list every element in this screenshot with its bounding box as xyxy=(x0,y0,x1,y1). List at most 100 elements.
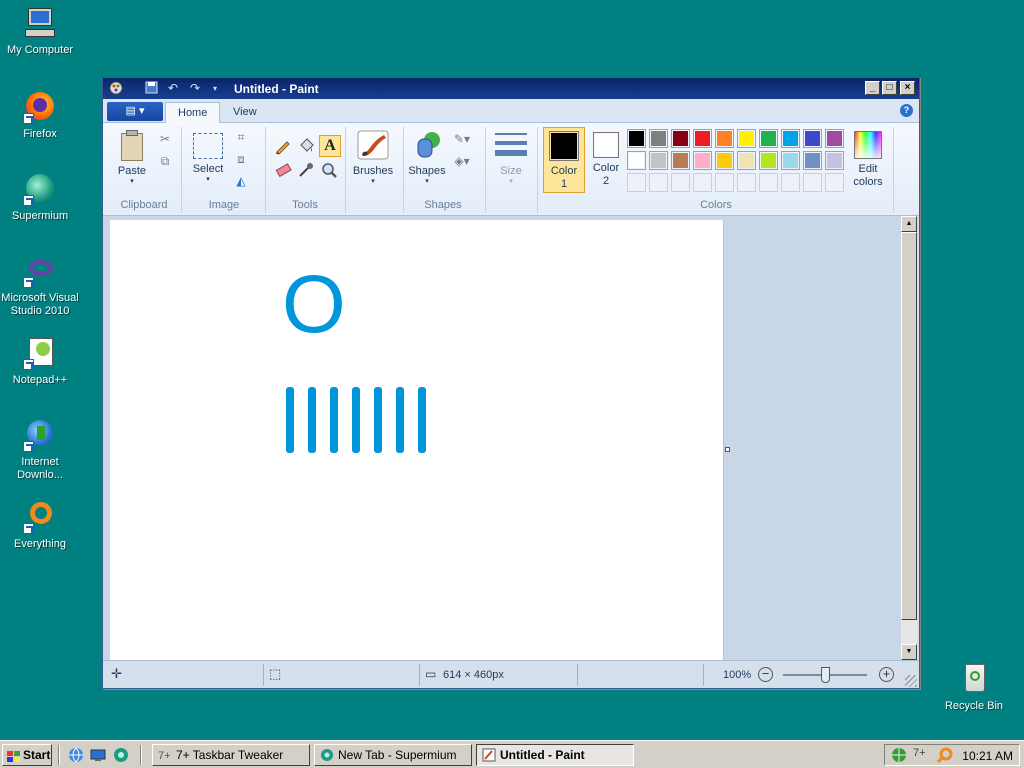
customize-quick-access-icon[interactable]: ▾ xyxy=(207,81,223,96)
zoom-slider[interactable] xyxy=(783,667,867,683)
palette-swatch[interactable] xyxy=(627,173,646,192)
select-rectangle-icon xyxy=(193,133,223,159)
palette-swatch[interactable] xyxy=(781,173,800,192)
eraser-icon[interactable] xyxy=(273,161,293,181)
vertical-scrollbar[interactable]: ▲ ▼ xyxy=(901,216,917,660)
zoom-in-button[interactable]: + xyxy=(879,667,894,682)
zoom-out-button[interactable]: − xyxy=(758,667,773,682)
drawing-canvas[interactable]: O xyxy=(110,220,724,660)
palette-swatch[interactable] xyxy=(671,173,690,192)
start-button[interactable]: Start xyxy=(2,744,52,766)
browser-quick-launch-icon[interactable] xyxy=(68,747,84,763)
help-icon[interactable]: ? xyxy=(900,104,913,117)
taskbar-tweaker-tray-icon[interactable]: 7+ xyxy=(913,747,929,763)
fill-icon[interactable]: ◈▾ xyxy=(451,153,473,169)
scroll-down-button[interactable]: ▼ xyxy=(901,644,917,660)
size-button[interactable]: Size ▾ xyxy=(491,129,531,186)
palette-swatch[interactable] xyxy=(737,129,756,148)
rotate-icon[interactable]: ◭ xyxy=(233,173,249,189)
palette-swatch[interactable] xyxy=(803,129,822,148)
palette-swatch[interactable] xyxy=(649,151,668,170)
clock[interactable]: 10:21 AM xyxy=(962,749,1013,763)
palette-swatch[interactable] xyxy=(627,129,646,148)
select-button[interactable]: Select ▾ xyxy=(189,129,227,184)
supermium-quick-launch-icon[interactable] xyxy=(113,747,129,763)
resize-icon[interactable]: ⧈ xyxy=(233,151,249,167)
desktop-icon-internet-download[interactable]: Internet Downlo... xyxy=(0,418,80,482)
palette-swatch[interactable] xyxy=(737,173,756,192)
save-icon[interactable] xyxy=(143,81,159,96)
desktop-icon-notepadpp[interactable]: Notepad++ xyxy=(0,336,80,387)
palette-swatch[interactable] xyxy=(693,151,712,170)
palette-swatch[interactable] xyxy=(825,173,844,192)
palette-swatch[interactable] xyxy=(671,151,690,170)
minimize-button[interactable]: _ xyxy=(865,81,880,95)
zoom-slider-thumb[interactable] xyxy=(821,667,830,683)
palette-swatch[interactable] xyxy=(781,151,800,170)
maximize-button[interactable]: □ xyxy=(882,81,897,95)
fill-bucket-icon[interactable] xyxy=(296,137,316,157)
edit-colors-button[interactable]: Edit colors xyxy=(847,129,889,189)
palette-swatch[interactable] xyxy=(781,129,800,148)
palette-swatch[interactable] xyxy=(715,129,734,148)
palette-swatch[interactable] xyxy=(803,173,822,192)
paste-label: Paste xyxy=(117,165,147,177)
paste-button[interactable]: Paste ▾ xyxy=(113,129,151,186)
palette-swatch[interactable] xyxy=(759,173,778,192)
everything-tray-icon[interactable] xyxy=(936,747,953,764)
tab-view[interactable]: View xyxy=(221,102,269,123)
network-globe-icon[interactable] xyxy=(891,747,907,763)
shapes-button[interactable]: Shapes ▾ xyxy=(407,129,447,186)
outline-icon[interactable]: ✎▾ xyxy=(451,131,473,147)
palette-swatch[interactable] xyxy=(737,151,756,170)
palette-swatch[interactable] xyxy=(759,151,778,170)
redo-icon[interactable]: ↷ xyxy=(187,81,203,96)
palette-swatch[interactable] xyxy=(825,129,844,148)
show-desktop-icon[interactable] xyxy=(90,747,106,763)
color2-button[interactable]: Color 2 xyxy=(587,127,625,188)
canvas-resize-handle[interactable] xyxy=(725,447,730,452)
scroll-thumb[interactable] xyxy=(901,232,917,620)
desktop-icon-my-computer[interactable]: My Computer xyxy=(0,6,80,57)
color-picker-icon[interactable] xyxy=(296,161,316,181)
palette-swatch[interactable] xyxy=(715,173,734,192)
brushes-button[interactable]: Brushes ▾ xyxy=(349,129,397,186)
taskbar-item-supermium[interactable]: New Tab - Supermium xyxy=(314,744,472,766)
cut-icon[interactable]: ✂ xyxy=(157,131,173,147)
palette-swatch[interactable] xyxy=(715,151,734,170)
pencil-icon[interactable] xyxy=(273,137,293,157)
close-button[interactable]: × xyxy=(900,81,915,95)
taskbar-item-paint[interactable]: Untitled - Paint xyxy=(476,744,634,766)
desktop-icon-everything[interactable]: Everything xyxy=(0,500,80,551)
title-bar[interactable]: ↶ ↷ ▾ Untitled - Paint _ □ × xyxy=(103,78,919,99)
desktop-icon-firefox[interactable]: Firefox xyxy=(0,90,80,141)
window-resize-grip-icon[interactable] xyxy=(905,675,917,687)
visual-studio-icon xyxy=(23,254,57,288)
palette-swatch[interactable] xyxy=(803,151,822,170)
crop-icon[interactable]: ⌗ xyxy=(233,129,249,145)
palette-swatch[interactable] xyxy=(693,173,712,192)
paint-app-icon[interactable] xyxy=(108,81,124,96)
paint-menu-button[interactable]: ▤ ▾ xyxy=(107,102,163,121)
shapes-label: Shapes xyxy=(408,165,446,177)
desktop-icon-visual-studio[interactable]: Microsoft Visual Studio 2010 xyxy=(0,254,80,318)
text-tool-icon[interactable]: A xyxy=(319,135,341,157)
magnifier-icon[interactable] xyxy=(319,161,339,181)
undo-icon[interactable]: ↶ xyxy=(165,81,181,96)
palette-swatch[interactable] xyxy=(649,129,668,148)
copy-icon[interactable]: ⧉ xyxy=(157,153,173,169)
taskbar-item-taskbar-tweaker[interactable]: 7+ 7+ Taskbar Tweaker xyxy=(152,744,310,766)
canvas-area[interactable]: O xyxy=(103,216,901,660)
palette-swatch[interactable] xyxy=(627,151,646,170)
scroll-up-button[interactable]: ▲ xyxy=(901,216,917,232)
paint-window[interactable]: ↶ ↷ ▾ Untitled - Paint _ □ × ▤ ▾ Home Vi… xyxy=(102,77,920,689)
desktop-icon-supermium[interactable]: Supermium xyxy=(0,172,80,223)
palette-swatch[interactable] xyxy=(671,129,690,148)
tab-home[interactable]: Home xyxy=(165,102,221,123)
palette-swatch[interactable] xyxy=(759,129,778,148)
palette-swatch[interactable] xyxy=(649,173,668,192)
palette-swatch[interactable] xyxy=(825,151,844,170)
desktop-icon-recycle-bin[interactable]: Recycle Bin xyxy=(934,662,1014,713)
palette-swatch[interactable] xyxy=(693,129,712,148)
color1-button[interactable]: Color 1 xyxy=(543,127,585,193)
